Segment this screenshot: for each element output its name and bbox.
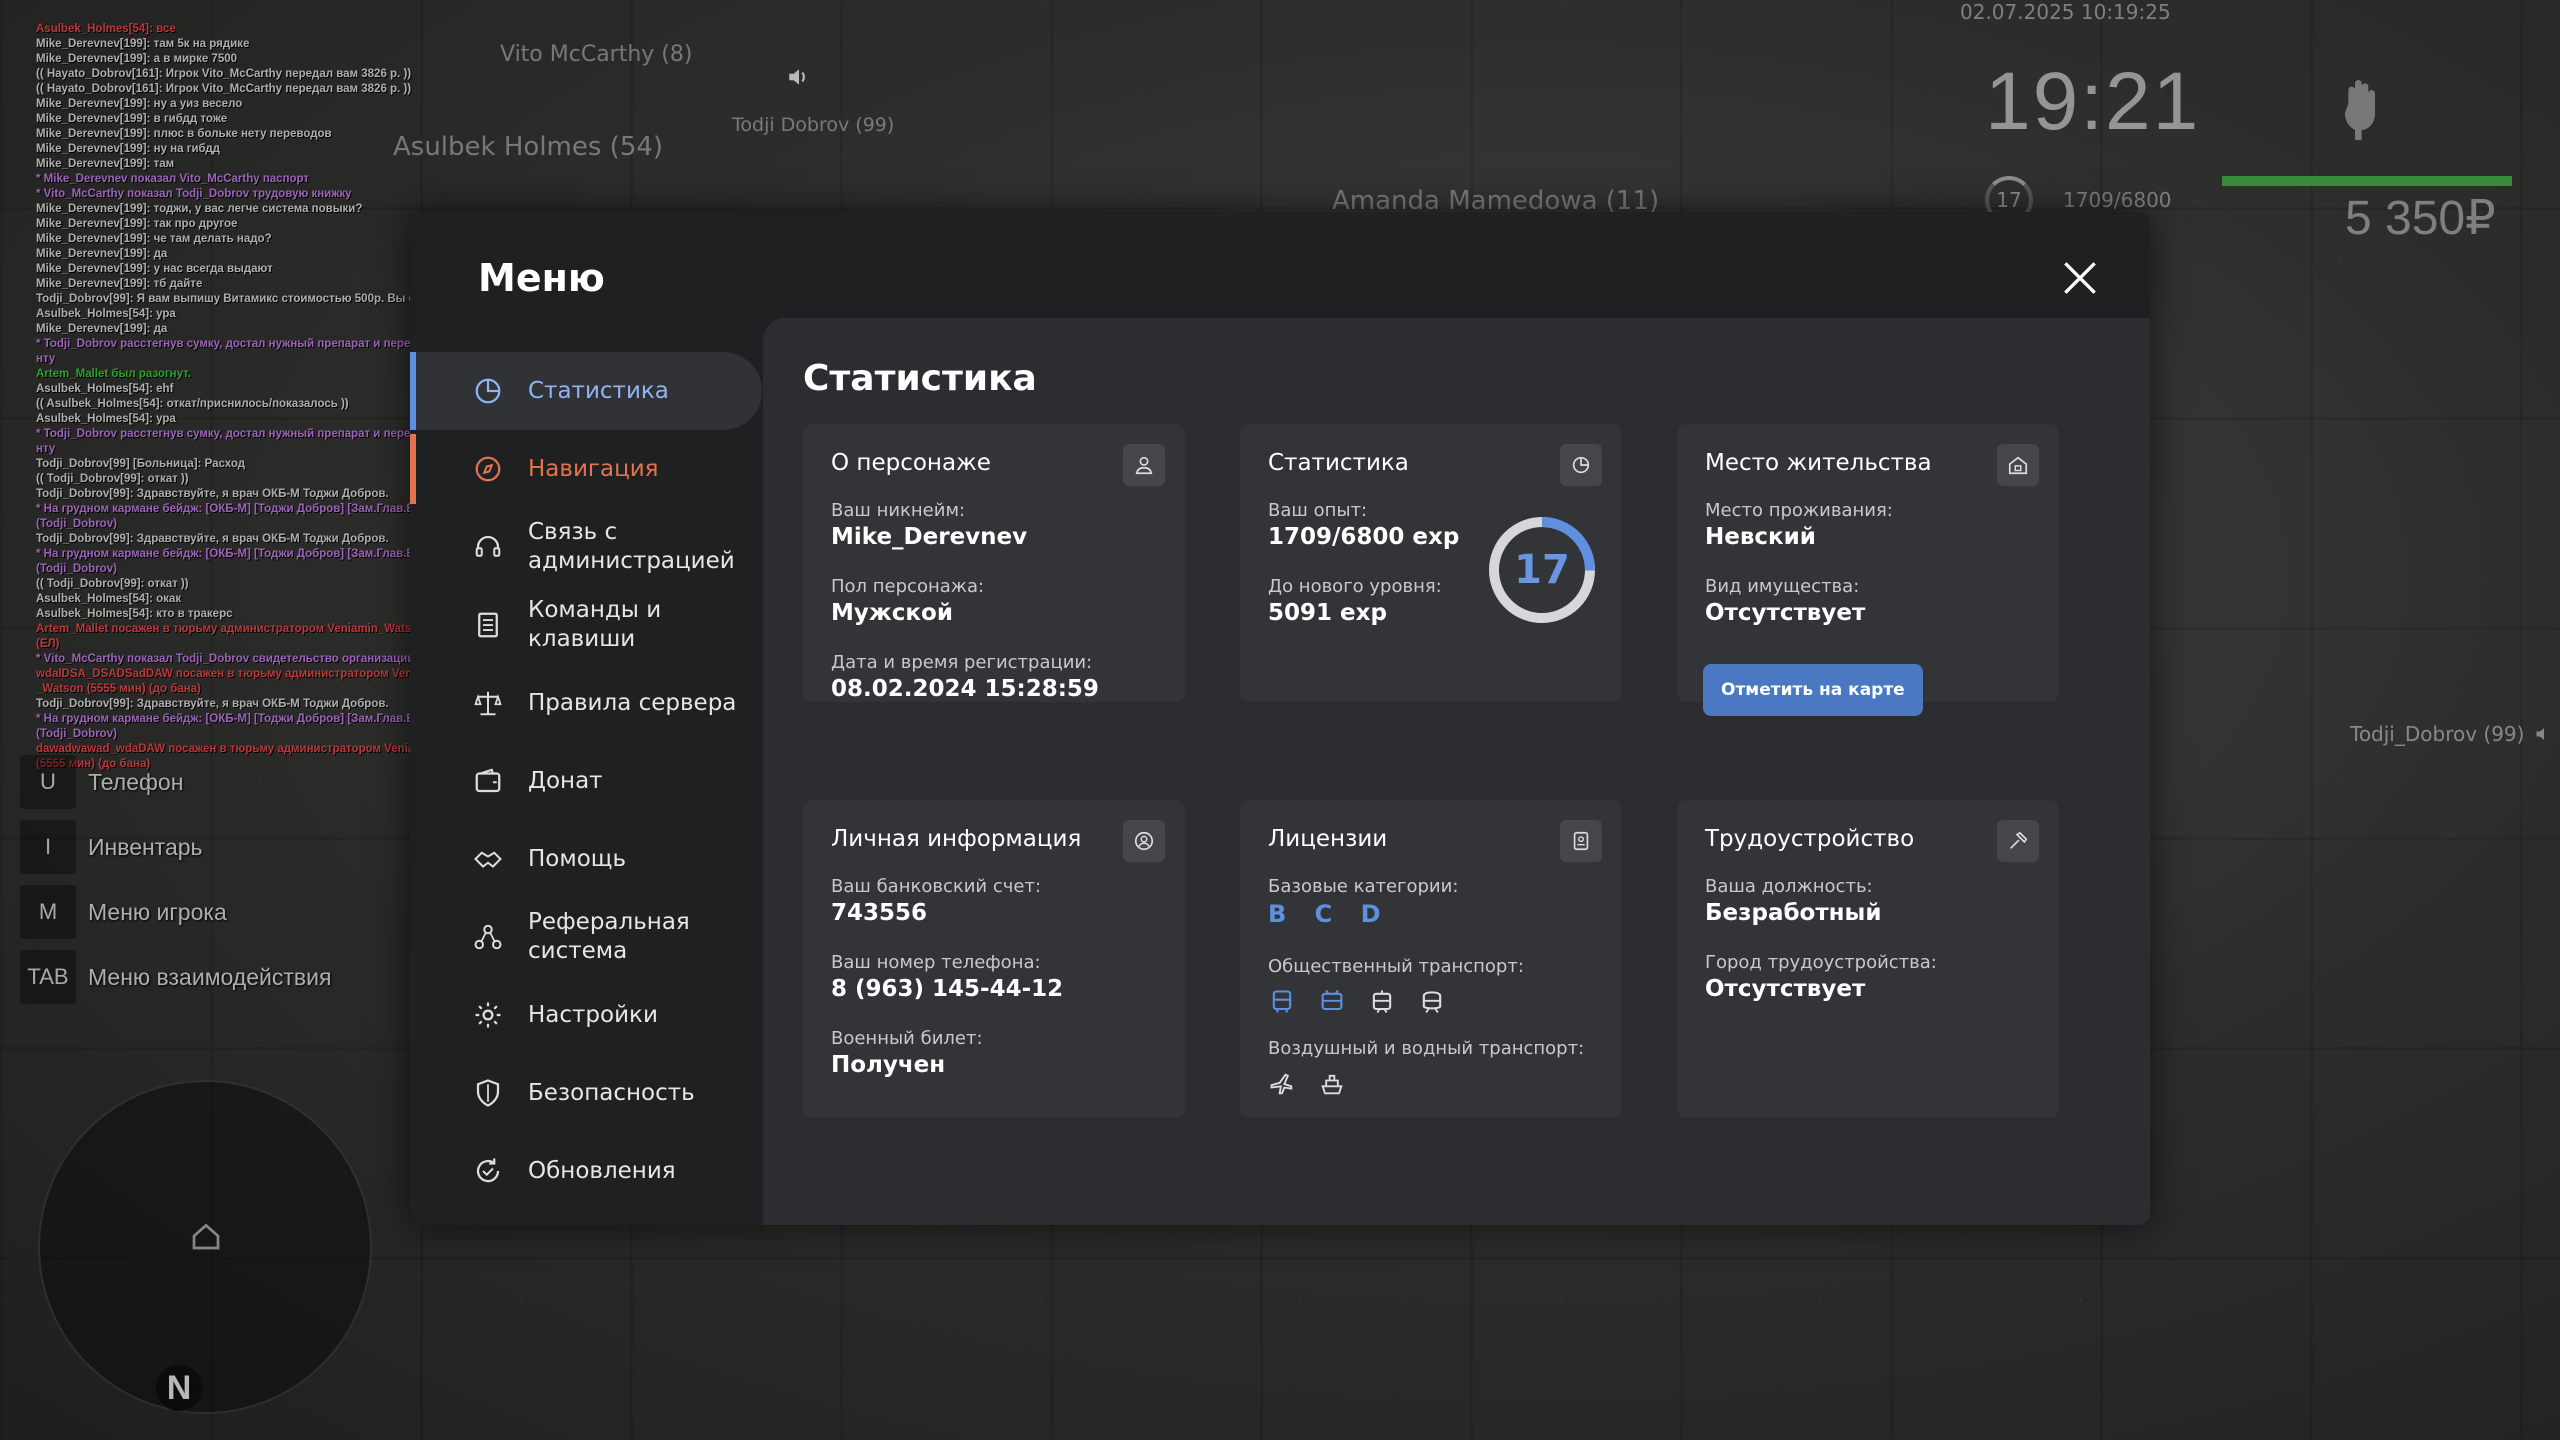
- close-icon: [2064, 262, 2096, 294]
- character-card: О персонаже Ваш никнейм: Mike_Derevnev П…: [803, 424, 1185, 702]
- personal-info-card: Личная информация Ваш банковский счет: 7…: [803, 800, 1185, 1118]
- field-label: Город трудоустройства:: [1705, 952, 1937, 973]
- sidebar-item-label: Навигация: [528, 455, 659, 482]
- employment-city-value: Отсутствует: [1705, 976, 1866, 1002]
- public-transport-icons: [1266, 986, 1448, 1018]
- exp-value: 1709/6800 exp: [1268, 524, 1460, 550]
- metro-icon: [1416, 986, 1448, 1018]
- bank-account-value: 743556: [831, 900, 928, 926]
- trolleybus-icon: [1316, 986, 1348, 1018]
- sidebar-item-handshake[interactable]: Помощь: [410, 820, 762, 898]
- sidebar-item-refresh[interactable]: Обновления: [410, 1132, 762, 1210]
- nickname-value: Mike_Derevnev: [831, 524, 1028, 550]
- card-title: Личная информация: [831, 826, 1082, 852]
- wallet-icon: [472, 765, 504, 797]
- position-value: Безработный: [1705, 900, 1882, 926]
- field-label: Ваш банковский счет:: [831, 876, 1042, 897]
- plane-icon: [1266, 1068, 1298, 1100]
- field-label: Ваш никнейм:: [831, 500, 966, 521]
- clock-pie-icon: [1560, 444, 1602, 486]
- sidebar-item-label: Реферальная система: [528, 909, 690, 964]
- field-label: Пол персонажа:: [831, 576, 985, 597]
- military-id-value: Получен: [831, 1052, 946, 1078]
- refresh-icon: [472, 1155, 504, 1187]
- compass-icon: [472, 453, 504, 485]
- card-title: Трудоустройство: [1705, 826, 1915, 852]
- sidebar-item-compass[interactable]: Навигация: [410, 430, 762, 508]
- field-label: Военный билет:: [831, 1028, 983, 1049]
- phone-value: 8 (963) 145-44-12: [831, 976, 1064, 1002]
- licenses-card: Лицензии Базовые категории: B C D Общест…: [1240, 800, 1622, 1118]
- tram-icon: [1366, 986, 1398, 1018]
- close-button[interactable]: [2058, 256, 2102, 300]
- sidebar-item-label: Правила сервера: [528, 689, 737, 716]
- next-level-value: 5091 exp: [1268, 600, 1387, 626]
- sidebar-item-label: Команды и клавиши: [528, 597, 662, 652]
- bus-icon: [1266, 986, 1298, 1018]
- panel-title: Статистика: [803, 358, 1037, 399]
- field-label: Место проживания:: [1705, 500, 1893, 521]
- card-title: Лицензии: [1268, 826, 1388, 852]
- stats-card: Статистика Ваш опыт: 1709/6800 exp До но…: [1240, 424, 1622, 702]
- house-icon: [1997, 444, 2039, 486]
- field-label: До нового уровня:: [1268, 576, 1442, 597]
- property-value: Отсутствует: [1705, 600, 1866, 626]
- card-title: Статистика: [1268, 450, 1409, 476]
- hammer-icon: [1997, 820, 2039, 862]
- sidebar-item-shield[interactable]: Безопасность: [410, 1054, 762, 1132]
- field-label: Ваш опыт:: [1268, 500, 1368, 521]
- sidebar-item-label: Обновления: [528, 1157, 676, 1184]
- registration-value: 08.02.2024 15:28:59: [831, 676, 1099, 702]
- sidebar-item-headset[interactable]: Связь с администрацией: [410, 508, 762, 586]
- list-icon: [472, 609, 504, 641]
- boat-icon: [1316, 1068, 1348, 1100]
- user-circle-icon: [1123, 820, 1165, 862]
- sidebar-item-pie-chart[interactable]: Статистика: [410, 352, 762, 430]
- sidebar-item-label: Связь с администрацией: [528, 519, 735, 574]
- field-label: Ваш номер телефона:: [831, 952, 1041, 973]
- pie-chart-icon: [472, 375, 504, 407]
- card-title: О персонаже: [831, 450, 991, 476]
- field-label: Ваша должность:: [1705, 876, 1873, 897]
- sidebar-item-label: Помощь: [528, 845, 627, 872]
- sidebar-item-label: Статистика: [528, 377, 669, 404]
- residence-card: Место жительства Место проживания: Невск…: [1677, 424, 2059, 716]
- sidebar-item-list[interactable]: Команды и клавиши: [410, 586, 762, 664]
- gender-value: Мужской: [831, 600, 953, 626]
- sidebar-item-gear[interactable]: Настройки: [410, 976, 762, 1054]
- sidebar-item-scales[interactable]: Правила сервера: [410, 664, 762, 742]
- level-number: 17: [1514, 547, 1570, 593]
- field-label: Дата и время регистрации:: [831, 652, 1093, 673]
- sidebar-item-wallet[interactable]: Донат: [410, 742, 762, 820]
- gear-icon: [472, 999, 504, 1031]
- menu-title: Меню: [478, 256, 605, 300]
- field-label: Базовые категории:: [1268, 876, 1459, 897]
- user-icon: [1123, 444, 1165, 486]
- air-water-transport-icons: [1266, 1068, 1348, 1100]
- headset-icon: [472, 531, 504, 563]
- menu-sidebar: Статистика Навигация Связь с администрацие…: [410, 352, 762, 1210]
- id-card-icon: [1560, 820, 1602, 862]
- license-categories: B C D: [1268, 900, 1391, 928]
- field-label: Вид имущества:: [1705, 576, 1860, 597]
- employment-card: Трудоустройство Ваша должность: Безработ…: [1677, 800, 2059, 1118]
- field-label: Воздушный и водный транспорт:: [1268, 1038, 1585, 1059]
- handshake-icon: [472, 843, 504, 875]
- statistics-panel: Статистика О персонаже Ваш никнейм: Mike…: [763, 318, 2150, 1225]
- card-title: Место жительства: [1705, 450, 1932, 476]
- shield-icon: [472, 1077, 504, 1109]
- scales-icon: [472, 687, 504, 719]
- sidebar-item-label: Донат: [528, 767, 603, 794]
- field-label: Общественный транспорт:: [1268, 956, 1524, 977]
- mark-on-map-button[interactable]: Отметить на карте: [1703, 664, 1923, 716]
- sidebar-item-label: Безопасность: [528, 1079, 695, 1106]
- sidebar-item-label: Настройки: [528, 1001, 658, 1028]
- residence-value: Невский: [1705, 524, 1816, 550]
- main-menu-window: Меню Статистика Навигация Связь с админист…: [410, 212, 2150, 1225]
- sidebar-item-referral[interactable]: Реферальная система: [410, 898, 762, 976]
- referral-icon: [472, 921, 504, 953]
